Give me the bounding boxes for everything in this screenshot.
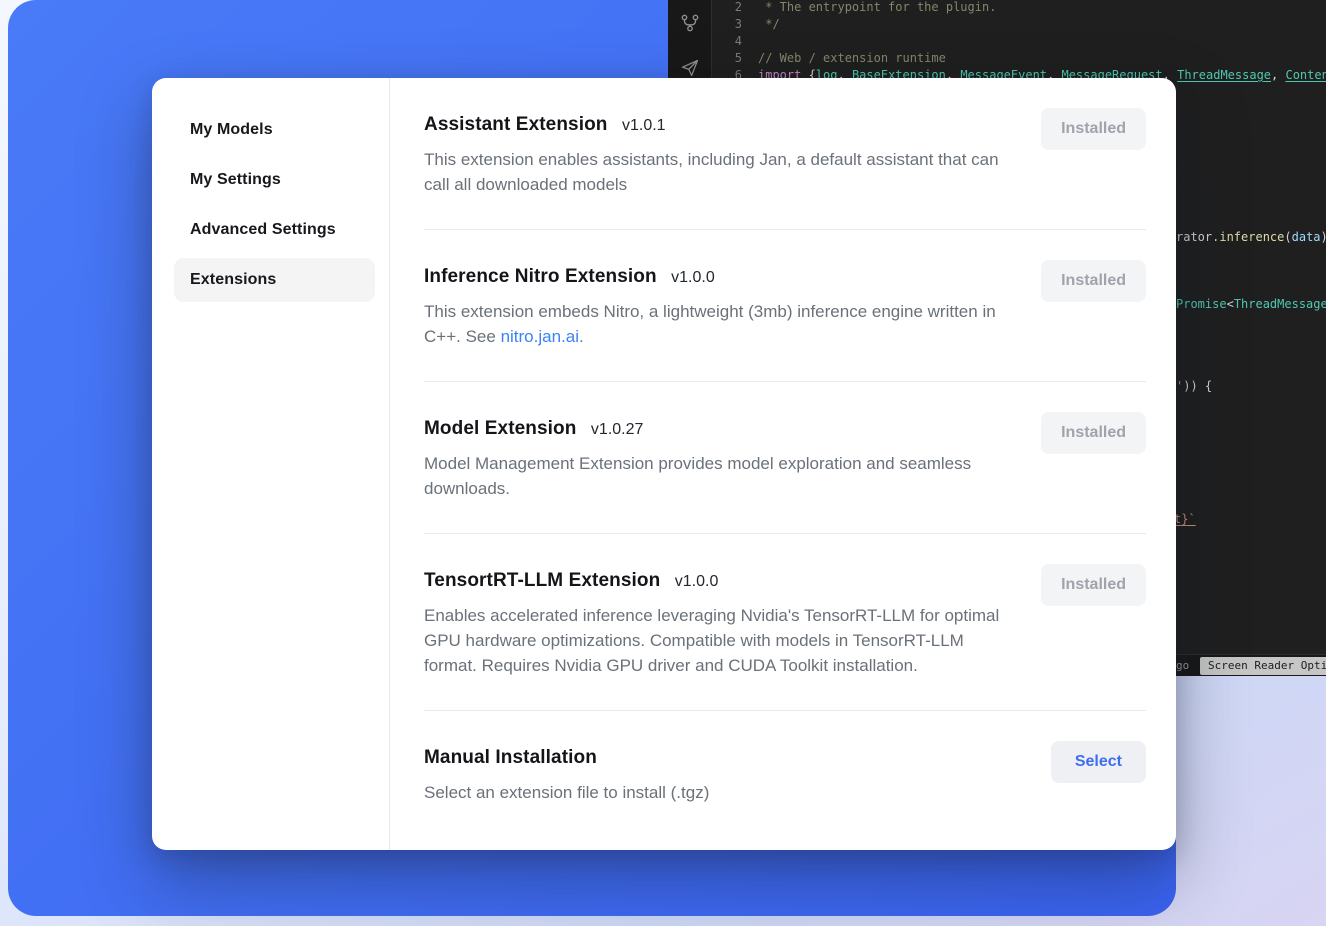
- extension-title-row: Assistant Extension v1.0.1: [424, 112, 1146, 139]
- code-comment: * The entrypoint for the plugin.: [758, 0, 996, 16]
- extensions-panel: Assistant Extension v1.0.1 This extensio…: [390, 78, 1176, 850]
- status-language-mode[interactable]: go: [1176, 659, 1189, 672]
- import-name: ThreadMessage: [1177, 68, 1271, 82]
- extension-title-row: Manual Installation: [424, 745, 1146, 772]
- extension-title-row: Inference Nitro Extension v1.0.0: [424, 264, 1146, 291]
- settings-sidebar: My Models My Settings Advanced Settings …: [152, 78, 390, 850]
- line-number: 5: [712, 50, 742, 67]
- code-fragment: t}`: [1174, 512, 1196, 526]
- code-line: 4: [712, 33, 1326, 50]
- branch-icon[interactable]: [679, 12, 701, 37]
- manual-installation-title: Manual Installation: [424, 747, 597, 768]
- code-comment: // Web / extension runtime: [758, 50, 946, 67]
- line-number: 2: [712, 0, 742, 16]
- extension-name: TensortRT-LLM Extension: [424, 570, 660, 591]
- screen-reader-badge[interactable]: Screen Reader Optimize: [1200, 657, 1326, 675]
- extension-description: Enables accelerated inference leveraging…: [424, 603, 1002, 678]
- extension-name: Model Extension: [424, 418, 576, 439]
- code-comment: */: [758, 16, 780, 33]
- extension-name: Assistant Extension: [424, 114, 608, 135]
- sidebar-item-my-models[interactable]: My Models: [174, 108, 375, 152]
- installed-button[interactable]: Installed: [1041, 412, 1146, 454]
- sidebar-item-advanced-settings[interactable]: Advanced Settings: [174, 208, 375, 252]
- manual-installation-section: Manual Installation Select an extension …: [424, 711, 1146, 805]
- sidebar-item-extensions[interactable]: Extensions: [174, 258, 375, 302]
- extension-description: This extension embeds Nitro, a lightweig…: [424, 299, 1002, 349]
- code-fragment: ')) {: [1176, 379, 1212, 393]
- code-line: 3 */: [712, 16, 1326, 33]
- extension-item-nitro: Inference Nitro Extension v1.0.0 This ex…: [424, 230, 1146, 382]
- sidebar-item-my-settings[interactable]: My Settings: [174, 158, 375, 202]
- code-area: 2 * The entrypoint for the plugin. 3 */ …: [712, 0, 1326, 84]
- extension-name: Inference Nitro Extension: [424, 266, 657, 287]
- extension-version: v1.0.1: [622, 117, 666, 134]
- extension-item-tensorrt: TensortRT-LLM Extension v1.0.0 Enables a…: [424, 534, 1146, 711]
- installed-button[interactable]: Installed: [1041, 564, 1146, 606]
- import-name: ContentType: [1285, 68, 1326, 82]
- extension-version: v1.0.0: [671, 269, 715, 286]
- code-fragment: Promise<ThreadMessage>: [1176, 297, 1326, 311]
- extension-title-row: Model Extension v1.0.27: [424, 416, 1146, 443]
- installed-button[interactable]: Installed: [1041, 260, 1146, 302]
- extension-title-row: TensortRT-LLM Extension v1.0.0: [424, 568, 1146, 595]
- manual-installation-description: Select an extension file to install (.tg…: [424, 780, 1002, 805]
- code-fragment: rator.inference(data));: [1176, 230, 1326, 244]
- select-file-button[interactable]: Select: [1051, 741, 1146, 783]
- extension-description: Model Management Extension provides mode…: [424, 451, 1002, 501]
- comma: ,: [1271, 68, 1285, 82]
- extension-item-model: Model Extension v1.0.27 Model Management…: [424, 382, 1146, 534]
- extension-description: This extension enables assistants, inclu…: [424, 147, 1002, 197]
- settings-modal: My Models My Settings Advanced Settings …: [152, 78, 1176, 850]
- installed-button[interactable]: Installed: [1041, 108, 1146, 150]
- extension-version: v1.0.27: [591, 421, 643, 438]
- nitro-jan-ai-link[interactable]: nitro.jan.ai.: [501, 327, 584, 346]
- page-background: 2 * The entrypoint for the plugin. 3 */ …: [0, 0, 1326, 926]
- extension-item-assistant: Assistant Extension v1.0.1 This extensio…: [424, 78, 1146, 230]
- line-number: 3: [712, 16, 742, 33]
- extension-version: v1.0.0: [675, 573, 719, 590]
- line-number: 4: [712, 33, 742, 50]
- code-line: 5 // Web / extension runtime: [712, 50, 1326, 67]
- code-line: 2 * The entrypoint for the plugin.: [712, 0, 1326, 16]
